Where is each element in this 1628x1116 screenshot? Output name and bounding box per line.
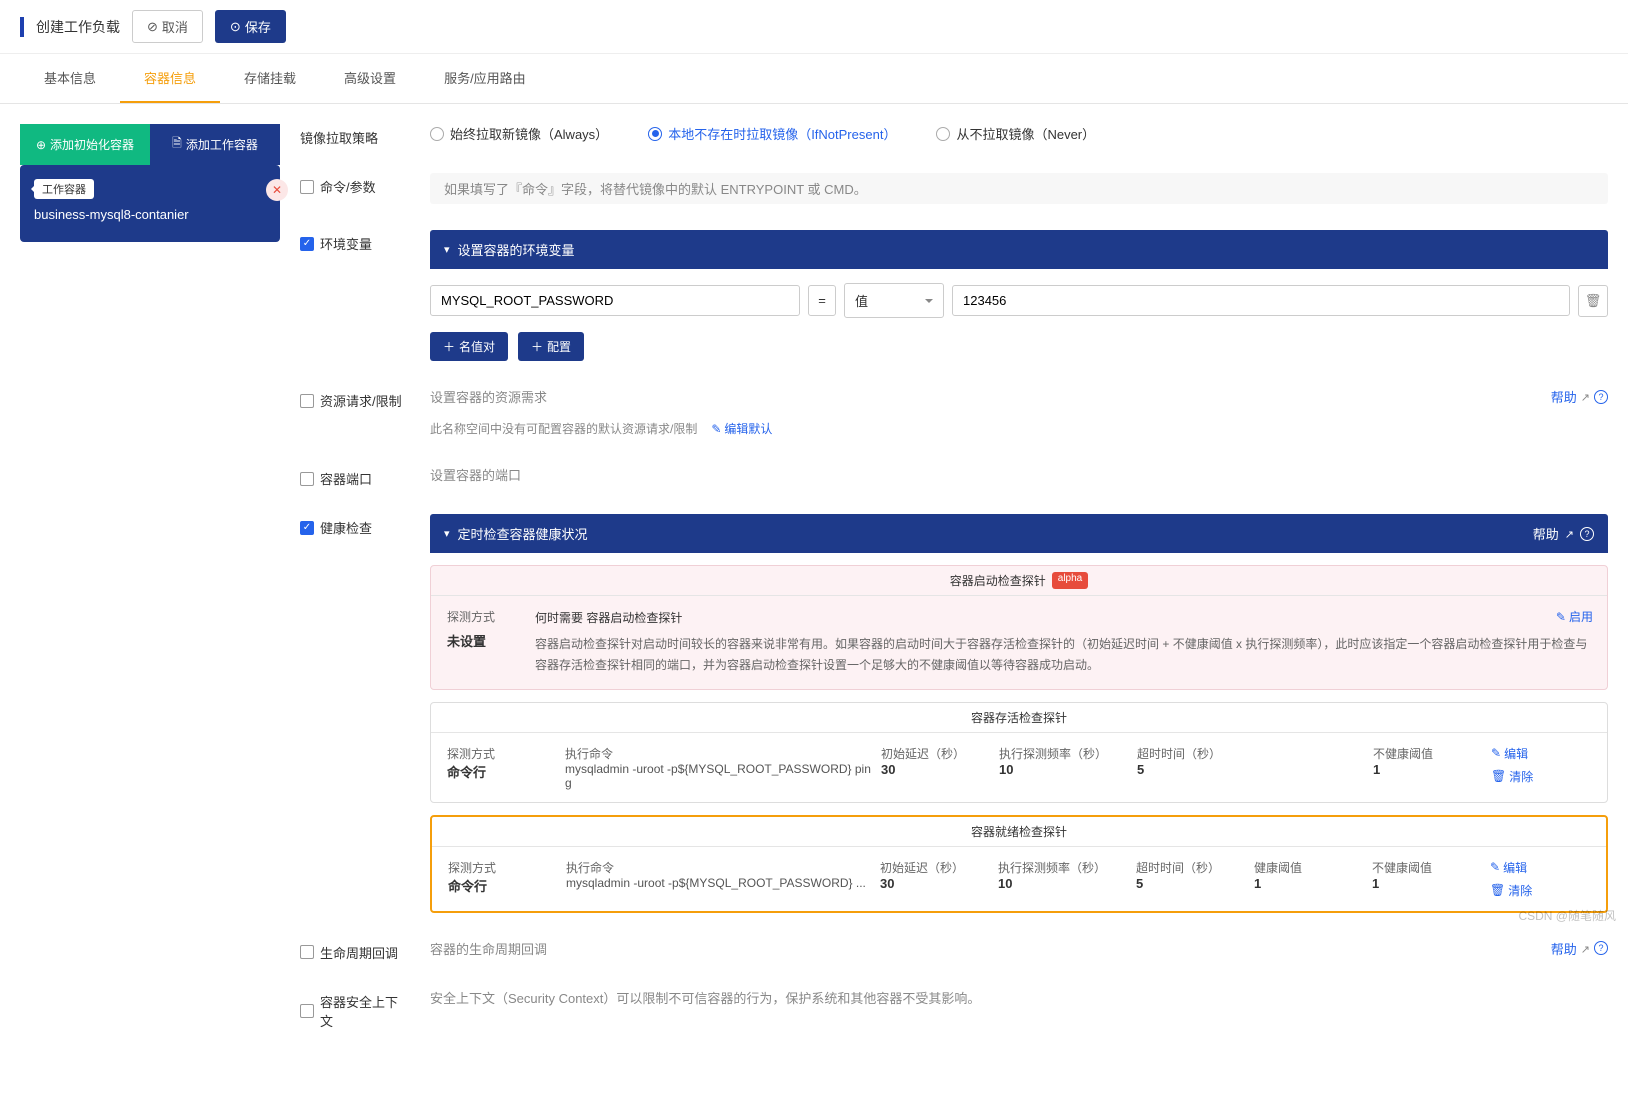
lifecycle-hint: 容器的生命周期回调 帮助?: [430, 939, 1608, 958]
help-link[interactable]: 帮助: [1533, 524, 1559, 543]
env-equals: =: [808, 285, 836, 316]
tab-bar: 基本信息 容器信息 存储挂载 高级设置 服务/应用路由: [0, 54, 1628, 104]
resource-hint: 设置容器的资源需求 帮助?: [430, 387, 1608, 406]
radio-icon: [430, 127, 444, 141]
add-config-button[interactable]: ＋配置: [518, 332, 584, 361]
radio-never[interactable]: 从不拉取镜像（Never）: [936, 124, 1095, 143]
pencil-icon: ✎: [1556, 610, 1566, 624]
save-button[interactable]: ⊙保存: [215, 10, 286, 43]
startup-desc: 容器启动检查探针对启动时间较长的容器来说非常有用。如果容器的启动时间大于容器存活…: [535, 634, 1591, 677]
sidebar-buttons: ⊕添加初始化容器 🗎添加工作容器: [20, 124, 280, 165]
tab-basic[interactable]: 基本信息: [20, 54, 120, 103]
plus-icon: ＋: [531, 338, 543, 355]
help-icon[interactable]: ?: [1580, 527, 1594, 541]
tab-container[interactable]: 容器信息: [120, 54, 220, 103]
port-hint: 设置容器的端口: [430, 465, 1608, 484]
external-link-icon: [1581, 941, 1590, 956]
radio-icon: [648, 127, 662, 141]
cancel-button[interactable]: ⊘取消: [132, 10, 203, 43]
radio-ifnotpresent[interactable]: 本地不存在时拉取镜像（IfNotPresent）: [648, 124, 896, 143]
container-type-tag: 工作容器: [34, 179, 94, 199]
liveness-probe-title: 容器存活检查探针: [971, 709, 1067, 726]
help-icon[interactable]: ?: [1594, 941, 1608, 955]
edit-default-link[interactable]: ✎编辑默认: [711, 420, 772, 439]
container-name: business-mysql8-contanier: [34, 207, 266, 222]
help-icon[interactable]: ?: [1594, 390, 1608, 404]
health-panel-header[interactable]: ▾ 定时检查容器健康状况 帮助?: [430, 514, 1608, 553]
label-resource: 资源请求/限制: [300, 387, 410, 410]
external-link-icon: [1565, 526, 1574, 541]
pencil-icon: ✎: [711, 420, 721, 439]
external-link-icon: [1581, 389, 1590, 404]
env-panel-header[interactable]: ▾设置容器的环境变量: [430, 230, 1608, 269]
env-key-input[interactable]: [430, 285, 800, 316]
add-init-container-button[interactable]: ⊕添加初始化容器: [20, 124, 150, 165]
radio-icon: [936, 127, 950, 141]
page-header: 创建工作负载 ⊘取消 ⊙保存: [0, 0, 1628, 54]
trash-icon: 🗑: [1491, 769, 1506, 783]
label-image-pull-policy: 镜像拉取策略: [300, 124, 410, 147]
checkbox-resource[interactable]: [300, 394, 314, 408]
label-lifecycle: 生命周期回调: [300, 939, 410, 962]
tab-advanced[interactable]: 高级设置: [320, 54, 420, 103]
tab-storage[interactable]: 存储挂载: [220, 54, 320, 103]
close-icon[interactable]: ✕: [266, 179, 288, 201]
startup-probe-title: 容器启动检查探针: [950, 572, 1046, 589]
doc-icon: 🗎: [172, 134, 182, 155]
container-card[interactable]: 工作容器 business-mysql8-contanier ✕: [20, 165, 280, 242]
page-title: 创建工作负载: [36, 17, 120, 37]
chevron-down-icon: ▾: [444, 243, 450, 256]
startup-desc-title: 何时需要 容器启动检查探针: [535, 608, 1591, 630]
radio-always[interactable]: 始终拉取新镜像（Always）: [430, 124, 608, 143]
watermark: CSDN @随笔随风: [1518, 907, 1616, 924]
resource-sub: 此名称空间中没有可配置容器的默认资源请求/限制: [430, 420, 697, 439]
add-work-container-button[interactable]: 🗎添加工作容器: [150, 124, 280, 165]
readiness-probe-card: 容器就绪检查探针 探测方式命令行 执行命令mysqladmin -uroot -…: [430, 815, 1608, 913]
checkbox-command[interactable]: [300, 180, 314, 194]
label-security: 容器安全上下文: [300, 988, 410, 1030]
label-port: 容器端口: [300, 465, 410, 488]
readiness-probe-title: 容器就绪检查探针: [971, 823, 1067, 840]
probe-mode-value: 未设置: [447, 631, 495, 650]
chevron-down-icon: ▾: [444, 527, 450, 540]
liveness-edit-link[interactable]: ✎编辑: [1491, 745, 1591, 762]
pencil-icon: ✎: [1490, 860, 1500, 874]
help-link[interactable]: 帮助: [1551, 939, 1577, 958]
add-icon: ⊕: [36, 138, 46, 152]
checkbox-env[interactable]: [300, 237, 314, 251]
liveness-probe-card: 容器存活检查探针 探测方式命令行 执行命令mysqladmin -uroot -…: [430, 702, 1608, 803]
command-hint: 如果填写了『命令』字段，将替代镜像中的默认 ENTRYPOINT 或 CMD。: [430, 173, 1608, 204]
checkbox-health[interactable]: [300, 521, 314, 535]
liveness-clear-link[interactable]: 🗑清除: [1491, 768, 1591, 785]
env-value-input[interactable]: [952, 285, 1570, 316]
readiness-edit-link[interactable]: ✎编辑: [1490, 859, 1590, 876]
checkbox-security[interactable]: [300, 1004, 314, 1018]
delete-env-button[interactable]: 🗑: [1578, 285, 1608, 317]
pencil-icon: ✎: [1491, 746, 1501, 760]
checkbox-lifecycle[interactable]: [300, 945, 314, 959]
startup-probe-card: 容器启动检查探针 alpha 探测方式 未设置 何时需要 容器启动检查探针 容器启…: [430, 565, 1608, 690]
help-link[interactable]: 帮助: [1551, 387, 1577, 406]
plus-icon: ＋: [443, 338, 455, 355]
label-health: 健康检查: [300, 514, 410, 537]
security-hint: 安全上下文（Security Context）可以限制不可信容器的行为，保护系统…: [430, 988, 1608, 1007]
enable-link[interactable]: ✎启用: [1556, 608, 1593, 625]
header-accent: [20, 17, 24, 37]
label-env: 环境变量: [300, 230, 410, 253]
label-command: 命令/参数: [300, 173, 410, 196]
readiness-clear-link[interactable]: 🗑清除: [1490, 882, 1590, 899]
alpha-badge: alpha: [1052, 572, 1088, 589]
checkbox-port[interactable]: [300, 472, 314, 486]
env-type-select[interactable]: 值: [844, 283, 944, 318]
trash-icon: 🗑: [1490, 883, 1505, 897]
tab-service[interactable]: 服务/应用路由: [420, 54, 550, 103]
cancel-icon: ⊘: [147, 19, 158, 35]
probe-mode-label: 探测方式: [447, 608, 495, 625]
add-kv-button[interactable]: ＋名值对: [430, 332, 508, 361]
save-icon: ⊙: [230, 19, 241, 35]
